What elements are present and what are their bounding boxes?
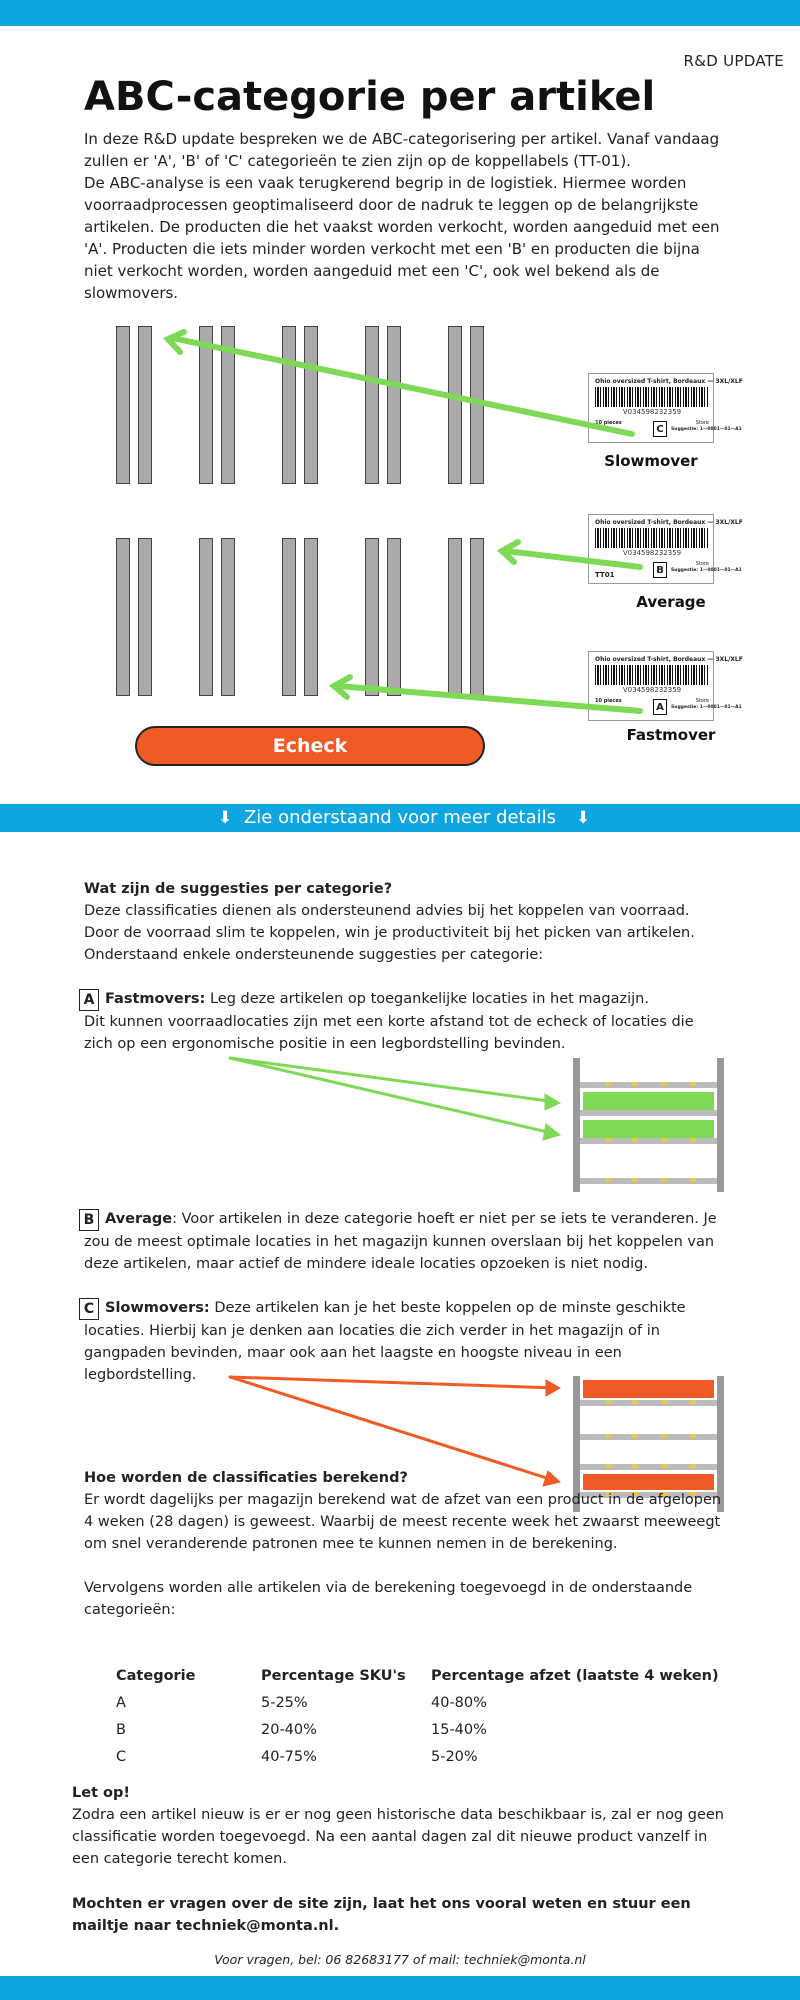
category-c-box: C (79, 1298, 99, 1320)
category-b-text: : Voor artikelen in deze categorie hoeft… (84, 1211, 717, 1272)
note-body: Zodra een artikel nieuw is er er nog gee… (72, 1807, 724, 1867)
calculation-section: Hoe worden de classificaties berekend? E… (84, 1467, 724, 1621)
table-cell: 5-20% (431, 1748, 478, 1765)
arrow-head-icon (545, 1379, 562, 1397)
shelf-arrow (228, 1375, 558, 1483)
suggestions-heading: Wat zijn de suggesties per categorie? (84, 881, 393, 897)
table-header-row: Categorie Percentage SKU's Percentage af… (116, 1662, 719, 1689)
category-b-block: B Average: Voor artikelen in deze categor… (79, 1208, 724, 1275)
category-a-box: A (79, 989, 99, 1011)
suggestions-body: Deze classificaties dienen als ondersteu… (84, 903, 695, 963)
details-bar: Zie onderstaand voor meer details ⬇ ⬇ (0, 804, 800, 832)
arrow-down-icon: ⬇ (218, 808, 233, 828)
bottom-color-bar (0, 1976, 800, 2000)
category-b-box: B (79, 1209, 99, 1231)
arrow-head-icon (542, 1123, 562, 1141)
table-cell: 5-25% (261, 1694, 308, 1711)
table-cell: 40-80% (431, 1694, 487, 1711)
table-cell: A (116, 1694, 126, 1711)
arrow-head-icon (544, 1093, 562, 1111)
category-c-name: Slowmovers: (105, 1300, 210, 1316)
calculation-heading: Hoe worden de classificaties berekend? (84, 1470, 408, 1486)
details-bar-text: Zie onderstaand voor meer details (243, 807, 557, 828)
shelf-illustration-fast (228, 1056, 724, 1192)
table-cell: C (116, 1748, 127, 1765)
category-table-wrap: Categorie Percentage SKU's Percentage af… (116, 1662, 719, 1770)
note-section: Let op! Zodra een artikel nieuw is er er… (72, 1782, 724, 1870)
table-header: Percentage SKU's (261, 1667, 406, 1684)
table-row: A 5-25% 40-80% (116, 1689, 719, 1716)
table-header: Categorie (116, 1667, 196, 1684)
category-a-text-2: Dit kunnen voorraadlocaties zijn met een… (84, 1014, 694, 1052)
calculation-body: Er wordt dagelijks per magazijn berekend… (84, 1492, 722, 1552)
table-header: Percentage afzet (laatste 4 weken) (431, 1667, 719, 1684)
category-arrows (162, 329, 643, 714)
category-a-name: Fastmovers: (105, 991, 206, 1007)
category-table: Categorie Percentage SKU's Percentage af… (116, 1662, 719, 1770)
warehouse-illustration: Ohio oversized T-shirt, Bordeaux — 3XL/X… (0, 0, 800, 800)
shelf-arrow (228, 1375, 558, 1390)
slowmover-arrow (169, 335, 635, 437)
fastmover-arrow (335, 683, 643, 714)
table-cell: 40-75% (261, 1748, 317, 1765)
category-b-name: Average (105, 1211, 173, 1227)
calculation-body-2: Vervolgens worden alle artikelen via de … (84, 1580, 693, 1618)
shelving-unit (573, 1058, 724, 1192)
category-a-block: A Fastmovers: Leg deze artikelen op toega… (79, 988, 724, 1055)
note-heading: Let op! (72, 1785, 131, 1801)
footer-contact: Voor vragen, bel: 06 82683177 of mail: t… (214, 1952, 586, 1967)
echeck-station: Echeck (135, 726, 485, 766)
table-row: C 40-75% 5-20% (116, 1743, 719, 1770)
closing-text: Mochten er vragen over de site zijn, laa… (72, 1896, 691, 1934)
suggestions-section: Wat zijn de suggesties per categorie? De… (84, 878, 724, 966)
table-cell: 15-40% (431, 1721, 487, 1738)
category-a-text: Leg deze artikelen op toegankelijke loca… (205, 991, 649, 1007)
average-arrow (503, 548, 643, 570)
table-row: B 20-40% 15-40% (116, 1716, 719, 1743)
table-cell: B (116, 1721, 126, 1738)
arrow-down-icon: ⬇ (576, 808, 591, 828)
table-cell: 20-40% (261, 1721, 317, 1738)
